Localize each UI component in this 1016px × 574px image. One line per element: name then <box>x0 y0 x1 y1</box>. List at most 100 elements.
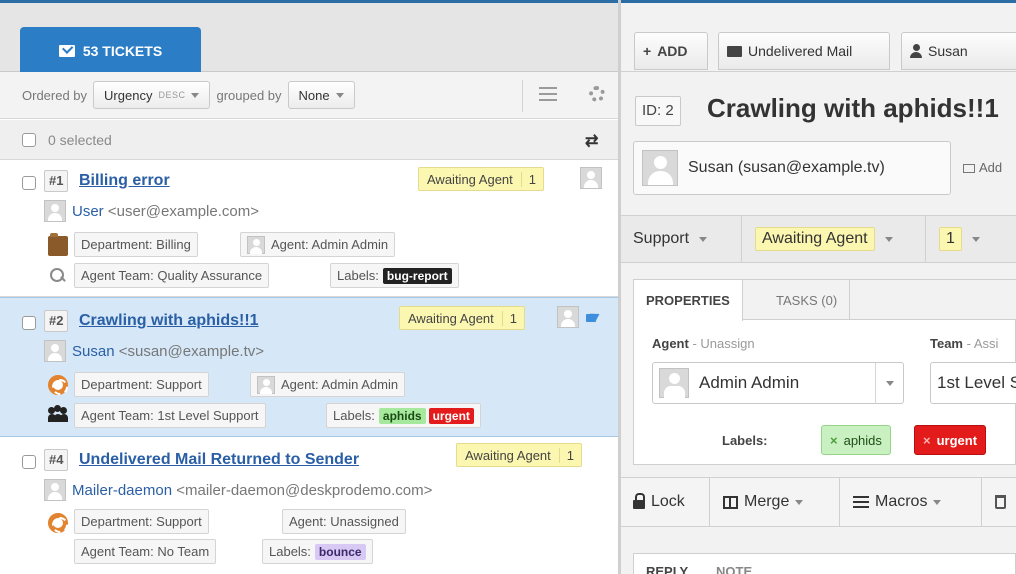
status-badge: Awaiting Agent 1 <box>456 443 583 467</box>
status-dropdown[interactable]: Awaiting Agent <box>755 216 893 262</box>
macros-icon <box>853 496 869 508</box>
status-badge: Awaiting Agent 1 <box>418 167 545 191</box>
reply-tabs: REPLY NOTE <box>633 553 1016 574</box>
department-chip: Department: Billing <box>74 232 198 257</box>
ticket-row-selected[interactable]: #2 Crawling with aphids!!1 Awaiting Agen… <box>0 297 618 437</box>
ticket-checkbox[interactable] <box>22 316 36 330</box>
ticket-title[interactable]: Crawling with aphids!!1 <box>707 93 999 124</box>
urgency-count: 1 <box>558 447 581 463</box>
ticket-subject-link[interactable]: Crawling with aphids!!1 <box>79 310 259 332</box>
lock-button[interactable]: Lock <box>633 478 685 526</box>
labels-chip: Labels: bounce <box>262 539 373 564</box>
lifebuoy-icon <box>48 375 68 395</box>
department-text: Department: Support <box>81 377 202 392</box>
agent-select[interactable]: Admin Admin <box>652 362 904 404</box>
ordered-by-label: Ordered by <box>22 87 88 103</box>
forward-icon <box>586 311 600 323</box>
lock-icon <box>633 493 645 509</box>
ticket-number: #4 <box>44 449 69 471</box>
divider <box>709 478 710 526</box>
user-icon <box>910 44 922 58</box>
group-dropdown[interactable]: None <box>287 81 355 109</box>
label-tag[interactable]: bug-report <box>382 267 452 284</box>
department-value: Support <box>633 230 690 247</box>
tab-reply[interactable]: REPLY <box>646 564 688 574</box>
gear-icon[interactable] <box>589 86 605 102</box>
agent-value: Admin Admin <box>699 373 800 392</box>
refresh-icon[interactable]: ⇄ <box>585 131 598 151</box>
chevron-down-icon <box>335 92 344 98</box>
add-cc-link[interactable]: Add <box>963 160 1002 175</box>
ticket-subject-link[interactable]: Billing error <box>79 170 170 192</box>
agent-text: Agent: Admin Admin <box>281 377 399 392</box>
labels-chip: Labels: aphids urgent <box>326 403 481 428</box>
ticket-detail-pane: + ADD Undelivered Mail Susan ID: 2 Crawl… <box>621 0 1016 574</box>
tickets-tab-label: 53 TICKETS <box>82 43 163 59</box>
label-tag[interactable]: bounce <box>314 543 366 560</box>
list-view-icon[interactable] <box>539 87 557 101</box>
macros-button[interactable]: Macros <box>853 478 942 526</box>
requester-email: <user@example.com> <box>107 202 259 220</box>
label-tag[interactable]: aphids <box>378 407 426 424</box>
urgency-dropdown[interactable]: 1 <box>939 216 980 262</box>
team-select[interactable]: 1st Level Support <box>930 362 1016 404</box>
ticket-checkbox[interactable] <box>22 176 36 190</box>
properties-bar: Support Awaiting Agent 1 <box>621 215 1016 263</box>
requester-name: Susan <box>72 342 115 360</box>
tickets-tab[interactable]: 53 TICKETS <box>20 27 201 75</box>
filter-bar: Ordered by Urgency DESC grouped by None <box>0 72 618 119</box>
tab-label: PROPERTIES <box>646 293 730 308</box>
trash-icon <box>995 495 1006 509</box>
chevron-down-icon <box>885 380 894 386</box>
requester-name: Mailer-daemon <box>72 481 173 499</box>
tab-properties[interactable]: PROPERTIES <box>634 280 743 321</box>
select-all-checkbox[interactable] <box>22 132 36 147</box>
requester-line[interactable]: Mailer-daemon <mailer-daemon@deskprodemo… <box>44 479 432 502</box>
label-tag[interactable]: urgent <box>428 407 474 424</box>
select-toggle[interactable] <box>875 363 903 403</box>
labels-caption: Labels: <box>333 408 375 423</box>
tab-label: TASKS (0) <box>776 292 838 308</box>
avatar <box>642 150 678 186</box>
remove-icon[interactable]: × <box>830 433 838 448</box>
labels-chip: Labels: bug-report <box>330 263 459 288</box>
chevron-down-icon <box>933 499 942 505</box>
merge-button[interactable]: Merge <box>723 478 804 526</box>
tab-note[interactable]: NOTE <box>716 564 752 574</box>
ticket-checkbox[interactable] <box>22 455 36 469</box>
label-tag-aphids[interactable]: × aphids <box>821 425 891 455</box>
tab-tasks[interactable]: TASKS (0) <box>764 280 851 320</box>
agent-text: Agent: Unassigned <box>289 514 399 529</box>
assign-link[interactable]: - Assi <box>963 336 999 351</box>
delete-button[interactable] <box>995 478 1006 526</box>
requester-line[interactable]: User <user@example.com> <box>44 200 259 223</box>
ticket-row[interactable]: #4 Undelivered Mail Returned to Sender A… <box>0 437 618 574</box>
ticket-id-badge: ID: 2 <box>635 96 681 126</box>
requester-box[interactable]: Susan (susan@example.tv) <box>633 141 951 195</box>
order-dropdown[interactable]: Urgency DESC <box>93 81 211 109</box>
avatar <box>44 200 66 222</box>
team-icon <box>48 404 68 424</box>
department-dropdown[interactable]: Support <box>633 216 708 262</box>
tab-label: Undelivered Mail <box>748 43 853 59</box>
remove-icon[interactable]: × <box>923 433 931 448</box>
requester-email: <susan@example.tv> <box>118 342 265 360</box>
divider <box>741 216 742 262</box>
tab-undelivered-mail[interactable]: Undelivered Mail <box>718 32 890 70</box>
chevron-down-icon <box>699 236 708 242</box>
team-text: Agent Team: Quality Assurance <box>81 268 263 283</box>
properties-panel: PROPERTIES TASKS (0) Agent - Unassign Ad… <box>633 279 1016 465</box>
agent-avatar <box>580 167 602 189</box>
agent-chip: Agent: Admin Admin <box>250 372 406 397</box>
ticket-row[interactable]: #1 Billing error Awaiting Agent 1 User <… <box>0 161 618 297</box>
tab-susan[interactable]: Susan <box>901 32 1016 70</box>
department-chip: Department: Support <box>74 372 209 397</box>
ticket-subject-link[interactable]: Undelivered Mail Returned to Sender <box>79 449 359 471</box>
unassign-link[interactable]: - Unassign <box>689 336 754 351</box>
label-tag-urgent[interactable]: × urgent <box>914 425 987 455</box>
group-value: None <box>298 87 330 103</box>
agent-field-label: Agent - Unassign <box>652 336 755 351</box>
add-tab-button[interactable]: + ADD <box>634 32 708 70</box>
macros-label: Macros <box>875 493 928 510</box>
requester-line[interactable]: Susan <susan@example.tv> <box>44 340 265 363</box>
